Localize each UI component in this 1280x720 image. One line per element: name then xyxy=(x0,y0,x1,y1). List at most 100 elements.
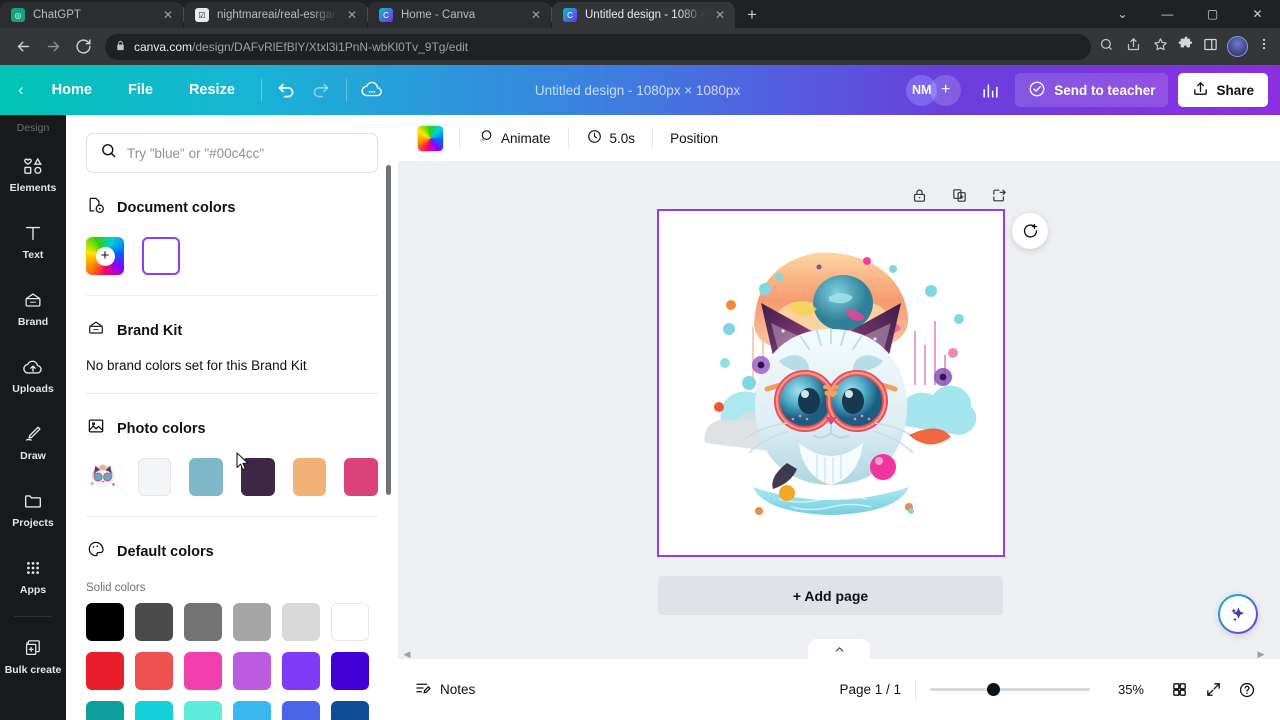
sidebar-item-bulk-create[interactable]: Bulk create xyxy=(0,623,66,690)
reload-icon[interactable] xyxy=(69,33,97,61)
help-icon[interactable] xyxy=(1230,675,1264,705)
sidebar-item-label: Projects xyxy=(12,517,54,529)
zoom-search-icon[interactable] xyxy=(1099,37,1114,57)
redo-icon[interactable] xyxy=(304,75,338,105)
new-tab-button[interactable]: + xyxy=(739,2,765,28)
colors-panel: Document colors Brand Kit No brand color… xyxy=(66,115,398,720)
tab-close-button[interactable]: ✕ xyxy=(345,8,359,22)
browser-profile-avatar[interactable] xyxy=(1227,36,1248,57)
undo-icon[interactable] xyxy=(270,75,304,105)
color-swatch[interactable] xyxy=(331,603,369,641)
menu-resize[interactable]: Resize xyxy=(171,82,253,98)
extensions-puzzle-icon[interactable] xyxy=(1178,36,1194,57)
color-swatch[interactable] xyxy=(282,652,320,690)
color-swatch[interactable] xyxy=(135,701,173,720)
sidebar-header-design[interactable]: Design xyxy=(0,115,66,141)
menu-file[interactable]: File xyxy=(110,82,171,98)
color-swatch[interactable] xyxy=(282,603,320,641)
photo-color-swatch-2[interactable] xyxy=(189,458,224,496)
photo-colors-section: Photo colors xyxy=(86,416,378,496)
color-swatch[interactable] xyxy=(233,603,271,641)
photo-color-swatch-1[interactable] xyxy=(137,458,172,496)
color-swatch[interactable] xyxy=(86,603,124,641)
canvas-area[interactable]: + Add page ◀ ▶ xyxy=(398,161,1280,659)
export-icon[interactable] xyxy=(988,184,1010,206)
insights-chart-icon[interactable] xyxy=(971,74,1009,106)
fullscreen-icon[interactable] xyxy=(1196,675,1230,705)
color-swatch[interactable] xyxy=(184,652,222,690)
bookmark-star-icon[interactable] xyxy=(1153,37,1168,57)
zoom-slider[interactable] xyxy=(930,683,1090,697)
color-swatch[interactable] xyxy=(184,701,222,720)
browser-sidebar-icon[interactable] xyxy=(1203,37,1218,57)
sidebar-item-apps[interactable]: Apps xyxy=(0,543,66,610)
color-swatch[interactable] xyxy=(135,603,173,641)
color-swatch[interactable] xyxy=(184,603,222,641)
magic-sparkle-button[interactable] xyxy=(1218,594,1258,634)
tab-title: Home - Canva xyxy=(401,9,476,21)
design-title[interactable]: Untitled design - 1080px × 1080px xyxy=(535,83,740,98)
menu-home[interactable]: Home xyxy=(34,82,110,98)
duplicate-icon[interactable] xyxy=(948,184,970,206)
zoom-slider-handle[interactable] xyxy=(987,683,1000,696)
tab-close-button[interactable]: ✕ xyxy=(713,8,727,22)
forward-icon[interactable] xyxy=(39,33,67,61)
sidebar-item-draw[interactable]: Draw xyxy=(0,409,66,476)
add-color-picker-swatch[interactable] xyxy=(86,237,124,275)
scroll-right-arrow-icon[interactable]: ▶ xyxy=(1256,649,1266,659)
color-swatch[interactable] xyxy=(233,701,271,720)
browser-tab-2[interactable]: C Home - Canva ✕ xyxy=(368,2,551,28)
tab-close-button[interactable]: ✕ xyxy=(161,8,175,22)
grid-view-icon[interactable] xyxy=(1162,675,1196,705)
back-chevron-icon[interactable]: ‹ xyxy=(18,80,24,100)
tab-close-button[interactable]: ✕ xyxy=(529,8,543,22)
color-swatch[interactable] xyxy=(233,652,271,690)
color-swatch[interactable] xyxy=(135,652,173,690)
add-page-button[interactable]: + Add page xyxy=(658,576,1003,615)
sidebar-item-text[interactable]: Text xyxy=(0,208,66,275)
browser-tab-0[interactable]: ◎ ChatGPT ✕ xyxy=(0,2,183,28)
add-collaborator-button[interactable]: + xyxy=(930,74,962,106)
color-swatch[interactable] xyxy=(331,701,369,720)
lock-icon[interactable] xyxy=(908,184,930,206)
cloud-saving-icon[interactable] xyxy=(355,75,389,105)
document-colors-swatches xyxy=(86,237,378,275)
scroll-left-arrow-icon[interactable]: ◀ xyxy=(402,649,412,659)
tab-search-chevron-icon[interactable]: ⌄ xyxy=(1100,0,1145,28)
animate-button[interactable]: Animate xyxy=(466,122,562,154)
photo-color-swatch-4[interactable] xyxy=(292,458,327,496)
color-swatch[interactable] xyxy=(282,701,320,720)
document-color-swatch-white[interactable] xyxy=(142,237,180,275)
color-search-box[interactable] xyxy=(86,133,378,173)
color-swatch[interactable] xyxy=(86,652,124,690)
add-comment-button[interactable] xyxy=(1012,213,1048,249)
design-page-selected[interactable] xyxy=(657,209,1005,557)
back-icon[interactable] xyxy=(9,33,37,61)
panel-scrollbar[interactable] xyxy=(386,165,391,495)
send-to-teacher-button[interactable]: Send to teacher xyxy=(1015,73,1169,107)
sidebar-item-projects[interactable]: Projects xyxy=(0,476,66,543)
address-bar[interactable]: canva.com/design/DAFvRlEfBlY/Xtxl3i1PnN-… xyxy=(105,33,1091,60)
sidebar-item-elements[interactable]: Elements xyxy=(0,141,66,208)
maximize-button[interactable]: ▢ xyxy=(1190,0,1235,28)
collapse-panel-toggle[interactable] xyxy=(808,639,870,659)
color-swatch-button[interactable] xyxy=(417,124,444,152)
sidebar-item-uploads[interactable]: Uploads xyxy=(0,342,66,409)
notes-button[interactable]: Notes xyxy=(414,679,475,700)
position-button[interactable]: Position xyxy=(659,122,729,154)
browser-menu-icon[interactable] xyxy=(1257,37,1271,56)
color-search-input[interactable] xyxy=(127,145,364,161)
photo-color-swatch-5[interactable] xyxy=(344,458,378,496)
cat-artwork[interactable] xyxy=(659,211,1003,555)
color-swatch[interactable] xyxy=(86,701,124,720)
photo-thumbnail-swatch[interactable] xyxy=(86,458,120,496)
browser-tab-3-active[interactable]: C Untitled design - 1080 × 1080px ✕ xyxy=(552,2,735,28)
share-link-icon[interactable] xyxy=(1126,37,1141,57)
browser-tab-1[interactable]: ☑ nightmareai/real-esrgan – Run w ✕ xyxy=(184,2,367,28)
duration-button[interactable]: 5.0s xyxy=(575,122,647,154)
color-swatch[interactable] xyxy=(331,652,369,690)
close-window-button[interactable]: ✕ xyxy=(1235,0,1280,28)
minimize-button[interactable]: — xyxy=(1145,0,1190,28)
share-button[interactable]: Share xyxy=(1178,73,1268,107)
sidebar-item-brand[interactable]: Brand xyxy=(0,275,66,342)
